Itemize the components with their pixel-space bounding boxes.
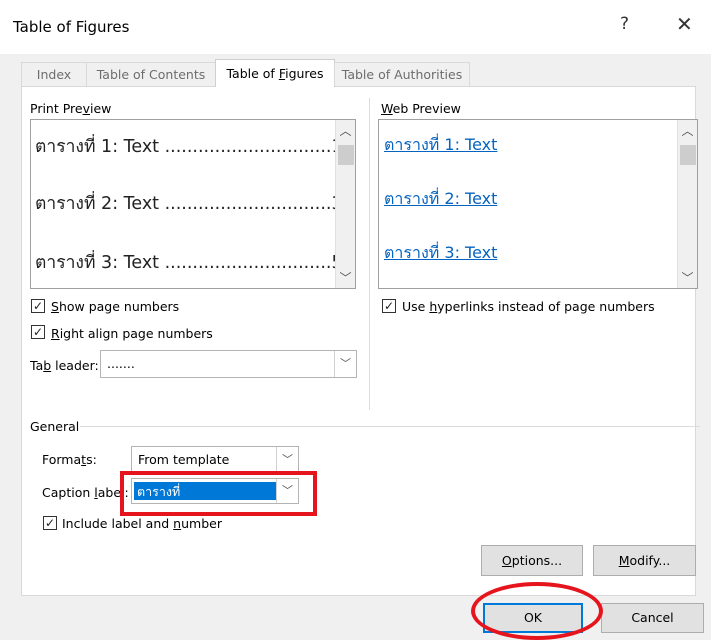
formats-label: Formats: xyxy=(42,452,97,467)
column-separator xyxy=(369,98,370,410)
right-align-label: Right align page numbers xyxy=(51,326,213,341)
scroll-up-icon[interactable]: ︿ xyxy=(678,122,697,139)
show-page-numbers-label: Show page numbers xyxy=(51,299,180,314)
print-preview-scrollbar[interactable]: ︿ ﹀ xyxy=(335,120,355,288)
web-preview-link[interactable]: ตารางที่ 1: Text xyxy=(384,133,497,158)
web-preview-heading: Web Preview xyxy=(381,101,461,116)
options-button[interactable]: Options... xyxy=(481,545,583,576)
scroll-down-icon[interactable]: ﹀ xyxy=(678,269,697,286)
tab-table-of-contents[interactable]: Table of Contents xyxy=(86,62,216,86)
use-hyperlinks-checkbox[interactable]: ✓ xyxy=(382,299,396,313)
modify-button[interactable]: Modify... xyxy=(593,545,696,576)
web-preview-link[interactable]: ตารางที่ 2: Text xyxy=(384,187,497,212)
print-preview-heading: Print Preview xyxy=(30,101,112,116)
tab-leader-select[interactable]: ....... ﹀ xyxy=(100,350,357,378)
cancel-button[interactable]: Cancel xyxy=(601,603,704,633)
tab-leader-value: ....... xyxy=(107,356,135,371)
formats-select[interactable]: From template ﹀ xyxy=(131,446,299,474)
help-icon[interactable]: ? xyxy=(620,14,629,34)
print-preview-box[interactable]: ตารางที่ 1: Text .......................… xyxy=(30,119,356,289)
close-icon[interactable]: ✕ xyxy=(676,12,693,36)
scroll-down-icon[interactable]: ﹀ xyxy=(336,269,355,286)
print-preview-line: ตารางที่ 2: Text .......................… xyxy=(35,194,343,214)
include-label-text: Include label and number xyxy=(62,516,222,531)
web-preview-link[interactable]: ตารางที่ 3: Text xyxy=(384,241,497,266)
tab-index[interactable]: Index xyxy=(21,62,87,86)
caption-label-label: Caption label: xyxy=(42,485,129,500)
chevron-down-icon[interactable]: ﹀ xyxy=(276,447,298,473)
general-divider xyxy=(80,426,700,427)
web-preview-scrollbar[interactable]: ︿ ﹀ xyxy=(677,120,697,288)
dialog-title: Table of Figures xyxy=(13,18,130,36)
caption-highlight-box xyxy=(120,471,317,516)
web-preview-box[interactable]: ตารางที่ 1: Text ตารางที่ 2: Text ตารางท… xyxy=(378,119,698,289)
chevron-down-icon[interactable]: ﹀ xyxy=(334,351,356,377)
scroll-up-icon[interactable]: ︿ xyxy=(336,122,355,139)
show-page-numbers-checkbox[interactable]: ✓ xyxy=(31,299,45,313)
use-hyperlinks-label: Use hyperlinks instead of page numbers xyxy=(402,299,655,314)
tab-strip-divider xyxy=(21,86,696,87)
formats-value: From template xyxy=(138,452,230,467)
scroll-thumb[interactable] xyxy=(680,145,696,165)
general-heading: General xyxy=(30,419,80,434)
ok-highlight-ellipse xyxy=(471,582,603,640)
scroll-thumb[interactable] xyxy=(338,145,354,165)
tab-table-of-figures[interactable]: Table of Figures xyxy=(215,59,335,87)
tab-leader-label: Tab leader: xyxy=(30,358,99,373)
right-align-checkbox[interactable]: ✓ xyxy=(31,325,45,339)
tab-table-of-authorities[interactable]: Table of Authorities xyxy=(334,62,470,86)
include-label-checkbox[interactable]: ✓ xyxy=(43,516,57,530)
print-preview-line: ตารางที่ 1: Text .......................… xyxy=(35,137,343,157)
print-preview-line: ตารางที่ 3: Text .......................… xyxy=(35,253,343,273)
